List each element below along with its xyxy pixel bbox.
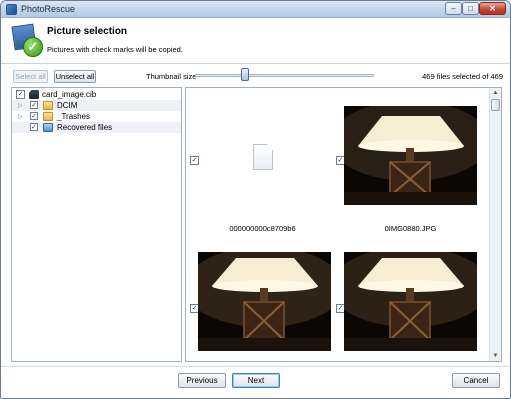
generic-file-icon[interactable]: [253, 144, 273, 170]
close-button[interactable]: ✕: [479, 2, 506, 15]
lamp-photo: [198, 252, 331, 351]
thumbnail-size-slider-track[interactable]: [195, 74, 374, 77]
checkbox[interactable]: ✓: [30, 101, 38, 109]
memory-card-icon: [29, 90, 39, 99]
app-icon: [6, 4, 17, 15]
select-all-button[interactable]: Select all: [13, 70, 48, 83]
green-check-icon: ✓: [23, 37, 43, 57]
thumbnail-size-label: Thumbnail size: [146, 72, 197, 81]
recycle-folder-icon: [43, 123, 53, 132]
minimize-button[interactable]: ‒: [445, 2, 462, 15]
previous-button[interactable]: Previous: [178, 373, 226, 388]
thumbnail-caption: 000000000c8709b6: [229, 224, 296, 233]
picture-selection-icon: ✓: [11, 23, 45, 57]
tree-item-label: _Trashes: [57, 112, 91, 121]
lamp-photo-thumbnail[interactable]: [344, 106, 477, 205]
tree-item-card-image[interactable]: ✓ card_image.cib: [12, 89, 181, 100]
folder-icon: [43, 101, 53, 110]
checkbox[interactable]: ✓: [30, 123, 38, 131]
thumbnail-caption: 0IMG0880.JPG: [384, 224, 437, 233]
footer-divider: [1, 366, 510, 367]
folder-icon: [43, 112, 53, 121]
maximize-button[interactable]: □: [462, 2, 479, 15]
thumbnail-scrollbar[interactable]: ▲ ▼: [489, 88, 501, 361]
selection-count: 469 files selected of 469: [422, 72, 503, 81]
lamp-photo: [344, 252, 477, 351]
wizard-header: ✓ Picture selection Pictures with check …: [1, 18, 510, 64]
scroll-down-icon[interactable]: ▼: [490, 351, 501, 361]
tree-item-label: Recovered files: [57, 123, 113, 132]
next-button[interactable]: Next: [232, 373, 280, 388]
page-title: Picture selection: [47, 26, 128, 37]
lamp-photo-thumbnail[interactable]: [344, 252, 477, 351]
unselect-all-button[interactable]: Unselect all: [54, 70, 96, 83]
window-title: PhotoRescue: [21, 4, 76, 14]
cancel-button[interactable]: Cancel: [452, 373, 500, 388]
page-subtitle: Pictures with check marks will be copied…: [47, 45, 183, 54]
folder-tree[interactable]: ✓ card_image.cib ▷ ✓ DCIM ▷ ✓ _Trashes ✓…: [11, 87, 182, 362]
tree-item-dcim[interactable]: ▷ ✓ DCIM: [12, 100, 181, 111]
lamp-photo: [344, 106, 477, 205]
title-bar[interactable]: PhotoRescue ‒ □ ✕: [1, 1, 510, 18]
thumbnail-size-slider-thumb[interactable]: [241, 68, 250, 81]
scroll-up-icon[interactable]: ▲: [490, 88, 501, 98]
lamp-photo-thumbnail[interactable]: [198, 252, 331, 351]
photorescue-window: PhotoRescue ‒ □ ✕ ✓ Picture selection Pi…: [0, 0, 511, 399]
expand-arrow-icon[interactable]: ▷: [18, 113, 23, 120]
thumbnail-checkbox[interactable]: ✓: [190, 156, 199, 165]
checkbox[interactable]: ✓: [16, 90, 25, 99]
checkbox[interactable]: ✓: [30, 112, 38, 120]
tree-item-label: DCIM: [57, 101, 78, 110]
tree-item-trashes[interactable]: ▷ ✓ _Trashes: [12, 111, 181, 122]
scrollbar-thumb[interactable]: [491, 99, 500, 111]
thumbnail-grid[interactable]: ✓ 000000000c8709b6 ✓ 0IMG0880.JPG ✓ ✓: [185, 87, 502, 362]
expand-arrow-icon[interactable]: ▷: [18, 102, 23, 109]
tree-item-recovered-files[interactable]: ✓ Recovered files: [12, 122, 181, 133]
tree-item-label: card_image.cib: [42, 90, 97, 99]
